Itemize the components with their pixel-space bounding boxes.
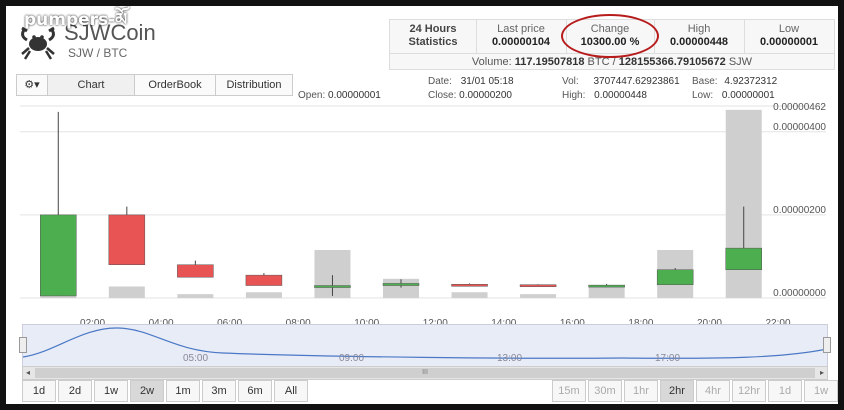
- range-All[interactable]: All: [274, 380, 308, 402]
- ohlc-vol: Vol: 3707447.62923861: [562, 76, 680, 87]
- candle-down: [108, 214, 146, 266]
- stat-last-price: Last price 0.00000104: [476, 20, 567, 53]
- candle-down: [177, 264, 214, 278]
- navigator-left-handle[interactable]: [19, 337, 27, 353]
- nav-tick-1: 05:00: [183, 353, 209, 364]
- range-6m[interactable]: 6m: [238, 380, 272, 402]
- date-label: Date:: [428, 76, 452, 87]
- y-tick-label: 0.00000462: [773, 102, 826, 113]
- tab-orderbook[interactable]: OrderBook: [134, 74, 216, 96]
- last-price-value: 0.00000104: [491, 36, 551, 48]
- period-selector: 15m 30m 1hr 2hr 4hr 12hr 1d 1w: [552, 380, 840, 402]
- volume-bar: [177, 294, 214, 298]
- timeline-scrollbar[interactable]: ◂ III ▸: [22, 366, 828, 380]
- candle-up: [656, 269, 694, 285]
- gear-icon: ⚙▾: [24, 79, 40, 91]
- navigator-pane[interactable]: 05:00 09:00 13:00 17:00: [19, 324, 831, 368]
- range-2d[interactable]: 2d: [58, 380, 92, 402]
- volume-bar: [520, 294, 557, 298]
- period-15m[interactable]: 15m: [552, 380, 586, 402]
- y-tick-label: 0.00000000: [773, 288, 826, 299]
- app-frame: SJWCoin SJW / BTC 24 Hours Statistics La…: [6, 6, 838, 404]
- base-label: Base:: [692, 76, 718, 87]
- low-value: 0.00000001: [759, 36, 819, 48]
- coin-pair: SJW / BTC: [68, 46, 128, 60]
- candle-up: [725, 247, 762, 270]
- watermark: pumpers-མོ: [24, 10, 128, 30]
- period-12hr[interactable]: 12hr: [732, 380, 766, 402]
- stat-high: High 0.00000448: [654, 20, 745, 53]
- volume-bar: [245, 292, 282, 298]
- settings-menu-button[interactable]: ⚙▾: [16, 74, 48, 96]
- candle-up: [314, 285, 351, 288]
- range-3m[interactable]: 3m: [202, 380, 236, 402]
- period-1d[interactable]: 1d: [768, 380, 802, 402]
- range-1m[interactable]: 1m: [166, 380, 200, 402]
- nav-tick-4: 17:00: [655, 353, 681, 364]
- ohlc-date: Date: 31/01 05:18: [428, 76, 514, 87]
- period-1w[interactable]: 1w: [804, 380, 838, 402]
- volume-sjw: 128155366.79105672: [618, 56, 726, 68]
- vol-label: Vol:: [562, 76, 579, 87]
- period-2hr[interactable]: 2hr: [660, 380, 694, 402]
- volume-label: Volume:: [471, 56, 512, 68]
- tab-chart[interactable]: Chart: [47, 74, 135, 96]
- candle-down: [451, 284, 488, 287]
- low-label: Low: [778, 23, 800, 35]
- ohlc-base: Base: 4.92372312: [692, 76, 777, 87]
- scroll-left-arrow-icon[interactable]: ◂: [23, 367, 33, 379]
- tab-distribution[interactable]: Distribution: [215, 74, 293, 96]
- vol-value: 3707447.62923861: [593, 76, 680, 87]
- scroll-right-arrow-icon[interactable]: ▸: [817, 367, 827, 379]
- y-tick-label: 0.00000200: [773, 205, 826, 216]
- range-1d[interactable]: 1d: [22, 380, 56, 402]
- period-1hr[interactable]: 1hr: [624, 380, 658, 402]
- range-1w[interactable]: 1w: [94, 380, 128, 402]
- volume-bar: [451, 292, 488, 298]
- range-2w[interactable]: 2w: [130, 380, 164, 402]
- candle-up: [382, 283, 420, 286]
- volume-bar: [108, 286, 145, 298]
- chart-toolbar: ⚙▾ Chart OrderBook Distribution: [16, 74, 293, 96]
- date-value: 31/01 05:18: [460, 76, 514, 87]
- stats-heading-line2: Statistics: [408, 36, 458, 48]
- candle-down: [245, 274, 283, 286]
- scroll-thumb[interactable]: III: [35, 368, 815, 378]
- high-label: High: [687, 23, 711, 35]
- volume-sjw-unit: SJW: [728, 56, 753, 68]
- base-value: 4.92372312: [724, 76, 778, 87]
- nav-tick-2: 09:00: [339, 353, 365, 364]
- candle-up: [40, 214, 77, 297]
- navigator-right-handle[interactable]: [823, 337, 831, 353]
- change-highlight-circle: [561, 14, 659, 58]
- high-value: 0.00000448: [669, 36, 729, 48]
- candle-down: [519, 284, 557, 287]
- period-4hr[interactable]: 4hr: [696, 380, 730, 402]
- volume-bar: [588, 286, 625, 298]
- y-tick-label: 0.00000400: [773, 122, 826, 133]
- stat-low: Low 0.00000001: [744, 20, 834, 53]
- header: SJWCoin SJW / BTC 24 Hours Statistics La…: [6, 6, 838, 70]
- nav-tick-3: 13:00: [497, 353, 523, 364]
- candle-up: [588, 284, 625, 288]
- range-selector: 1d 2d 1w 2w 1m 3m 6m All: [22, 380, 310, 402]
- candlestick-chart[interactable]: 02:00 04:00 06:00 08:00 10:00 12:00 14:00 16:00…: [16, 100, 828, 328]
- stats-heading: 24 Hours Statistics: [390, 20, 477, 53]
- last-price-label: Last price: [497, 23, 545, 35]
- stats-heading-line1: 24 Hours: [409, 23, 457, 35]
- period-30m[interactable]: 30m: [588, 380, 622, 402]
- volume-btc: 117.19507818: [514, 56, 585, 68]
